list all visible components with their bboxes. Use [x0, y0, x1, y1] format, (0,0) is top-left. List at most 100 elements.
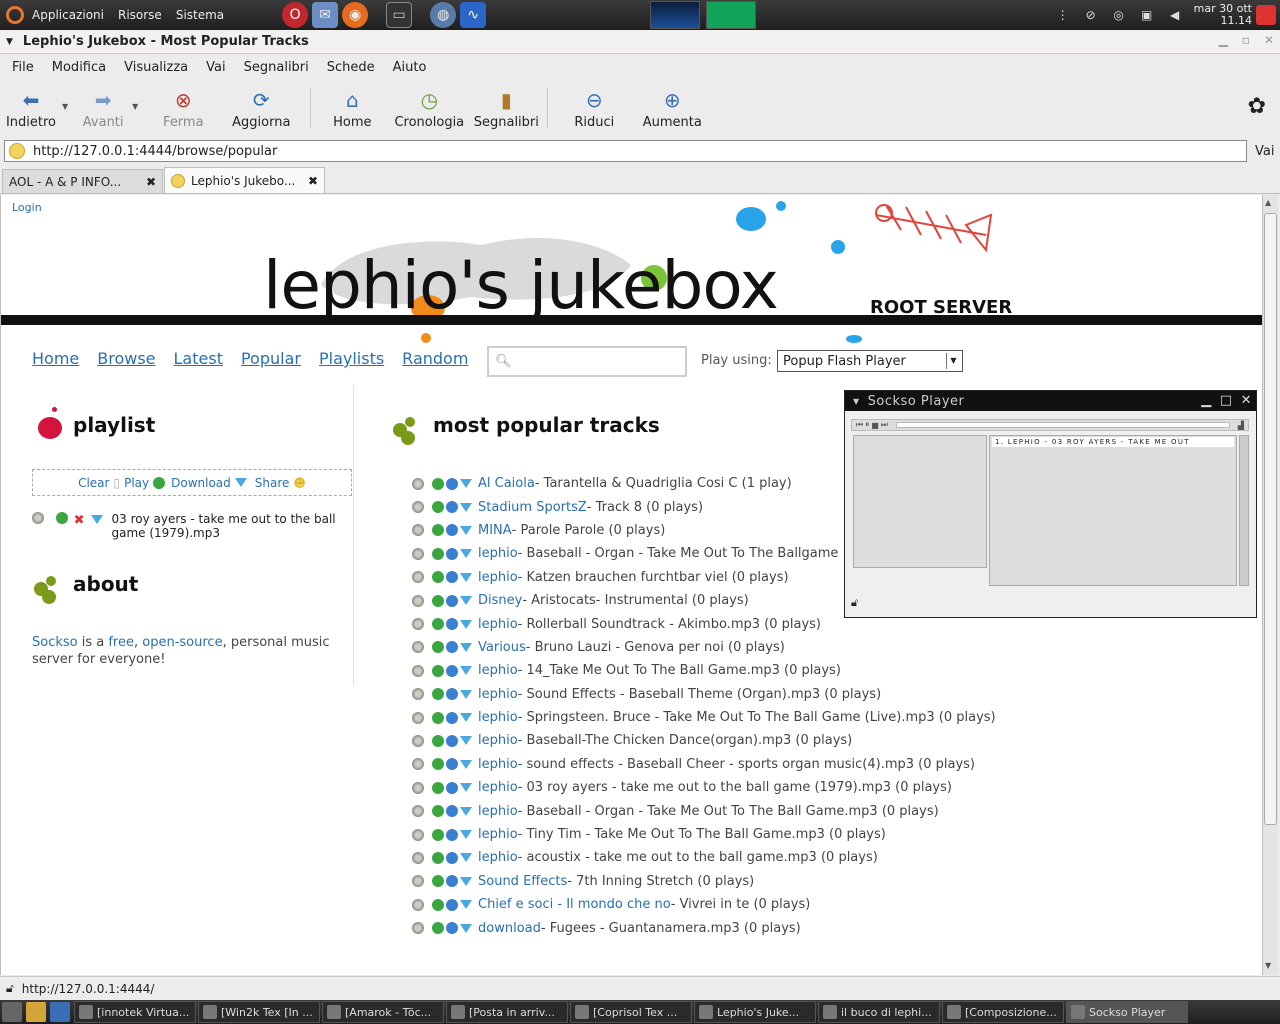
track-artist-link[interactable]: lephio — [478, 663, 518, 678]
scroll-down-icon[interactable]: ▼ — [1265, 961, 1271, 970]
logout-icon[interactable] — [1256, 5, 1276, 25]
next-icon[interactable]: ⏭ — [881, 420, 888, 430]
download-icon[interactable] — [460, 923, 472, 933]
scrollbar-thumb[interactable] — [1264, 213, 1277, 825]
back-history-dropdown-icon[interactable]: ▼ — [62, 102, 68, 111]
add-to-playlist-icon[interactable] — [446, 618, 458, 631]
play-icon[interactable] — [432, 641, 444, 654]
track-artist-link[interactable]: Sound Effects — [478, 874, 567, 889]
add-to-playlist-icon[interactable] — [446, 688, 458, 701]
track-artist-link[interactable]: lephio — [478, 780, 518, 795]
menu-edit[interactable]: Modifica — [52, 60, 106, 75]
play-icon[interactable] — [432, 594, 444, 607]
add-to-playlist-icon[interactable] — [446, 547, 458, 560]
home-button[interactable]: ⌂ Home — [317, 80, 387, 136]
seek-bar[interactable] — [895, 422, 1230, 428]
volume-icon[interactable]: ▟ — [1238, 421, 1244, 430]
window-menu-icon[interactable]: ▼ — [853, 397, 860, 406]
play-icon[interactable] — [432, 571, 444, 584]
address-input[interactable]: http://127.0.0.1:4444/browse/popular — [4, 140, 1247, 162]
download-icon[interactable] — [460, 736, 472, 746]
menu-view[interactable]: Visualizza — [124, 60, 188, 75]
vertical-scrollbar[interactable]: ▲ ▼ — [1262, 195, 1278, 975]
track-artist-link[interactable]: lephio — [478, 804, 518, 819]
nav-random[interactable]: Random — [402, 349, 468, 368]
track-artist-link[interactable]: MINA — [478, 523, 512, 538]
download-icon[interactable] — [460, 572, 472, 582]
back-button[interactable]: ⬅ Indietro — [4, 80, 58, 136]
maximize-icon[interactable]: □ — [1220, 393, 1233, 408]
go-button[interactable]: Vai — [1255, 144, 1274, 159]
add-to-playlist-icon[interactable] — [446, 641, 458, 654]
play-icon[interactable] — [432, 664, 444, 677]
tab-close-icon[interactable]: ✖ — [308, 174, 318, 188]
play-icon[interactable] — [432, 805, 444, 818]
add-to-playlist-icon[interactable] — [446, 711, 458, 724]
terminal-icon[interactable]: ▭ — [386, 2, 413, 28]
download-icon[interactable] — [460, 853, 472, 863]
play-icon[interactable] — [432, 922, 444, 935]
stop-button[interactable]: ⊗ Ferma — [148, 80, 218, 136]
volume-icon[interactable]: ◀ — [1166, 6, 1184, 24]
search-input[interactable]: 🔍︎ — [487, 346, 687, 377]
download-icon[interactable] — [460, 479, 472, 489]
track-artist-link[interactable]: lephio — [478, 617, 518, 632]
menu-file[interactable]: File — [12, 60, 34, 75]
thunderbird-icon[interactable]: ✉ — [312, 2, 339, 28]
download-icon[interactable] — [460, 713, 472, 723]
network-icon[interactable]: ◍ — [430, 2, 457, 28]
forward-history-dropdown-icon[interactable]: ▼ — [132, 102, 138, 111]
track-artist-link[interactable]: Al Caiola — [478, 476, 535, 491]
site-logo[interactable]: lephio's jukebox — [263, 247, 779, 324]
add-to-playlist-icon[interactable] — [446, 594, 458, 607]
menu-tabs[interactable]: Schede — [327, 60, 375, 75]
forward-button[interactable]: ➡ Avanti — [78, 80, 128, 136]
track-artist-link[interactable]: lephio — [478, 546, 518, 561]
add-to-playlist-icon[interactable] — [446, 524, 458, 537]
download-icon[interactable] — [460, 759, 472, 769]
menu-help[interactable]: Aiuto — [393, 60, 427, 75]
track-artist-link[interactable]: Chief e soci - Il mondo che no — [478, 897, 671, 912]
download-icon[interactable] — [460, 525, 472, 535]
download-icon[interactable] — [460, 900, 472, 910]
download-icon[interactable] — [460, 642, 472, 652]
play-icon[interactable] — [432, 828, 444, 841]
add-to-playlist-icon[interactable] — [446, 805, 458, 818]
tray-menu-icon[interactable]: ⋮ — [1054, 6, 1072, 24]
play-icon[interactable] — [432, 501, 444, 514]
add-to-playlist-icon[interactable] — [446, 875, 458, 888]
nav-popular[interactable]: Popular — [241, 349, 301, 368]
track-artist-link[interactable]: lephio — [478, 570, 518, 585]
download-icon[interactable] — [460, 806, 472, 816]
add-to-playlist-icon[interactable] — [446, 758, 458, 771]
play-icon[interactable] — [432, 477, 444, 490]
play-icon[interactable] — [432, 618, 444, 631]
add-to-playlist-icon[interactable] — [446, 898, 458, 911]
track-artist-link[interactable]: Various — [478, 640, 526, 655]
tab-close-icon[interactable]: ✖ — [146, 175, 156, 189]
download-icon[interactable] — [460, 502, 472, 512]
taskbar-item[interactable]: [Win2k Tex [In ... — [198, 1001, 320, 1023]
add-to-playlist-icon[interactable] — [446, 477, 458, 490]
nav-browse[interactable]: Browse — [97, 349, 155, 368]
opera-icon[interactable]: O — [282, 2, 309, 28]
download-icon[interactable] — [460, 876, 472, 886]
maximize-icon[interactable]: ▫ — [1242, 33, 1250, 47]
add-to-playlist-icon[interactable] — [446, 571, 458, 584]
scroll-up-icon[interactable]: ▲ — [1265, 198, 1271, 207]
play-icon[interactable] — [432, 851, 444, 864]
track-artist-link[interactable]: Disney — [478, 593, 522, 608]
player-playlist-item[interactable]: 1. LEPHIO - 03 ROY AYERS - TAKE ME OUT — [992, 437, 1234, 447]
play-icon[interactable] — [55, 512, 68, 524]
download-icon[interactable] — [460, 689, 472, 699]
open-source-link[interactable]: open-source — [142, 635, 222, 650]
play-icon[interactable] — [432, 758, 444, 771]
add-to-playlist-icon[interactable] — [446, 664, 458, 677]
playlist-play-button[interactable]: Play — [124, 476, 149, 490]
add-to-playlist-icon[interactable] — [446, 501, 458, 514]
previous-icon[interactable]: ⏮ — [856, 420, 863, 430]
stop-icon[interactable]: ■ — [871, 421, 879, 430]
firefox-icon[interactable]: ◉ — [342, 2, 369, 28]
reload-button[interactable]: ⟳ Aggiorna — [218, 80, 304, 136]
menu-bookmarks[interactable]: Segnalibri — [244, 60, 309, 75]
